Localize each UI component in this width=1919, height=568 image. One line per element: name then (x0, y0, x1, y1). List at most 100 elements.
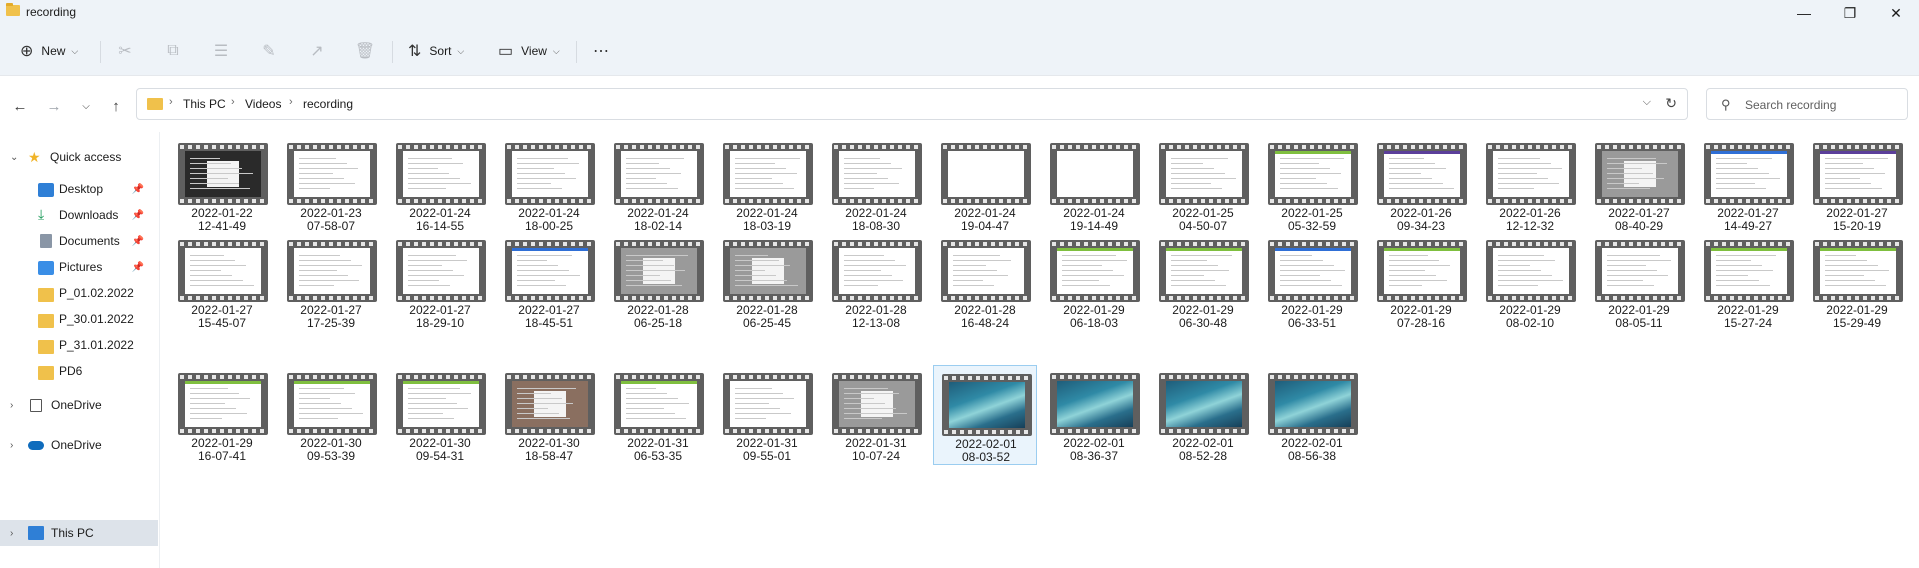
video-file-tile[interactable]: 2022-01-25 05-32-59 (1260, 135, 1364, 235)
video-file-tile[interactable]: 2022-02-01 08-56-38 (1260, 365, 1364, 465)
more-icon[interactable]: ⋯ (588, 38, 614, 64)
chevron-right-icon[interactable]: › (10, 400, 13, 411)
restore-button[interactable]: ❐ (1827, 0, 1873, 26)
text-line (190, 183, 239, 184)
back-button[interactable]: ← (8, 94, 32, 118)
text-line (408, 285, 450, 286)
cut-icon[interactable]: ✂ (112, 38, 138, 64)
new-button[interactable]: ⊕ New ⌵ (20, 38, 78, 64)
video-file-tile[interactable]: 2022-01-24 18-02-14 (606, 135, 710, 235)
video-file-tile[interactable]: 2022-01-26 12-12-32 (1478, 135, 1582, 235)
pin-icon[interactable]: 📌 (132, 210, 144, 221)
up-button[interactable]: ↑ (104, 94, 128, 118)
search-box[interactable]: ⚲ (1706, 88, 1908, 120)
video-file-tile[interactable]: 2022-01-28 12-13-08 (824, 232, 928, 332)
video-file-tile[interactable]: 2022-01-27 14-49-27 (1696, 135, 1800, 235)
sidebar-item-downloads[interactable]: ⤓ Downloads 📌 (0, 202, 158, 228)
sidebar-item-p-01-02-2022[interactable]: P_01.02.2022 (0, 280, 158, 306)
video-file-tile[interactable]: 2022-01-22 12-41-49 (170, 135, 274, 235)
recent-locations-button[interactable]: ⌵ (74, 94, 98, 118)
delete-icon[interactable]: 🗑 (352, 38, 378, 64)
video-file-tile[interactable]: 2022-01-29 07-28-16 (1369, 232, 1473, 332)
video-file-tile[interactable]: 2022-01-29 15-29-49 (1805, 232, 1909, 332)
video-file-tile[interactable]: 2022-01-27 08-40-29 (1587, 135, 1691, 235)
text-line (626, 418, 686, 419)
video-file-tile[interactable]: 2022-01-27 18-29-10 (388, 232, 492, 332)
pictures-icon (38, 261, 54, 275)
video-file-tile[interactable]: 2022-02-01 08-03-52 (933, 365, 1037, 465)
chevron-right-icon[interactable]: › (10, 440, 13, 451)
paste-icon[interactable]: ☰ (208, 38, 234, 64)
chevron-right-icon[interactable]: › (10, 528, 13, 539)
video-file-tile[interactable]: 2022-01-27 15-45-07 (170, 232, 274, 332)
video-file-tile[interactable]: 2022-01-24 16-14-55 (388, 135, 492, 235)
address-dropdown-icon[interactable]: ⌵ (1643, 96, 1651, 109)
video-file-tile[interactable]: 2022-01-28 16-48-24 (933, 232, 1037, 332)
copy-icon[interactable]: ⧉ (160, 38, 186, 64)
video-frame (512, 151, 588, 197)
video-file-tile[interactable]: 2022-01-27 17-25-39 (279, 232, 383, 332)
video-file-tile[interactable]: 2022-01-27 15-20-19 (1805, 135, 1909, 235)
video-file-tile[interactable]: 2022-01-27 18-45-51 (497, 232, 601, 332)
video-file-tile[interactable]: 2022-01-29 06-33-51 (1260, 232, 1364, 332)
file-name: 2022-01-24 19-14-49 (1042, 207, 1146, 233)
sort-button[interactable]: ⇅ Sort ⌵ (408, 38, 464, 64)
video-file-tile[interactable]: 2022-01-24 19-04-47 (933, 135, 1037, 235)
video-file-tile[interactable]: 2022-01-31 10-07-24 (824, 365, 928, 465)
sidebar-item-this-pc[interactable]: › This PC (0, 520, 158, 546)
video-file-tile[interactable]: 2022-01-29 06-30-48 (1151, 232, 1255, 332)
text-line (1498, 285, 1538, 286)
pin-icon[interactable]: 📌 (132, 262, 144, 273)
sidebar-item-pictures[interactable]: Pictures 📌 (0, 254, 158, 280)
breadcrumb-this-pc[interactable]: This PC (183, 97, 226, 111)
video-file-tile[interactable]: 2022-01-24 18-08-30 (824, 135, 928, 235)
video-file-tile[interactable]: 2022-01-26 09-34-23 (1369, 135, 1473, 235)
sidebar-item-p-30-01-2022[interactable]: P_30.01.2022 (0, 306, 158, 332)
forward-button[interactable]: → (42, 94, 66, 118)
sidebar-item-pd6[interactable]: PD6 (0, 358, 158, 384)
video-file-tile[interactable]: 2022-01-30 09-53-39 (279, 365, 383, 465)
video-file-tile[interactable]: 2022-01-29 15-27-24 (1696, 232, 1800, 332)
video-file-tile[interactable]: 2022-01-31 09-55-01 (715, 365, 819, 465)
video-file-tile[interactable]: 2022-02-01 08-36-37 (1042, 365, 1146, 465)
video-file-tile[interactable]: 2022-01-24 19-14-49 (1042, 135, 1146, 235)
rename-icon[interactable]: ✎ (256, 38, 282, 64)
video-file-tile[interactable]: 2022-01-29 08-05-11 (1587, 232, 1691, 332)
video-file-tile[interactable]: 2022-01-29 16-07-41 (170, 365, 274, 465)
text-line (299, 280, 359, 281)
video-file-tile[interactable]: 2022-01-29 08-02-10 (1478, 232, 1582, 332)
video-file-tile[interactable]: 2022-01-30 18-58-47 (497, 365, 601, 465)
pin-icon[interactable]: 📌 (132, 184, 144, 195)
video-file-tile[interactable]: 2022-01-31 06-53-35 (606, 365, 710, 465)
sidebar-item-onedrive[interactable]: › OneDrive (0, 432, 158, 458)
video-file-tile[interactable]: 2022-01-28 06-25-45 (715, 232, 819, 332)
video-frame (294, 151, 370, 197)
video-file-tile[interactable]: 2022-01-25 04-50-07 (1151, 135, 1255, 235)
video-file-tile[interactable]: 2022-01-29 06-18-03 (1042, 232, 1146, 332)
refresh-icon[interactable]: ↻ (1665, 95, 1677, 112)
close-button[interactable]: ✕ (1873, 0, 1919, 26)
video-file-tile[interactable]: 2022-01-24 18-00-25 (497, 135, 601, 235)
minimize-button[interactable]: — (1781, 0, 1827, 26)
sidebar-item-quick-access[interactable]: ⌄ ★ Quick access (0, 144, 158, 170)
text-line (1498, 173, 1537, 174)
video-thumbnail (505, 240, 595, 302)
pin-icon[interactable]: 📌 (132, 236, 144, 247)
text-line (844, 398, 874, 399)
address-bar[interactable]: › This PC › Videos › recording ⌵ ↻ (136, 88, 1688, 120)
breadcrumb-recording[interactable]: recording (303, 97, 353, 111)
view-button[interactable]: ▭ View ⌵ (498, 38, 560, 64)
video-file-tile[interactable]: 2022-01-30 09-54-31 (388, 365, 492, 465)
search-input[interactable] (1745, 95, 1903, 115)
video-file-tile[interactable]: 2022-01-28 06-25-18 (606, 232, 710, 332)
sidebar-item-p-31-01-2022[interactable]: P_31.01.2022 (0, 332, 158, 358)
sidebar-item-desktop[interactable]: Desktop 📌 (0, 176, 158, 202)
video-file-tile[interactable]: 2022-01-23 07-58-07 (279, 135, 383, 235)
share-icon[interactable]: ↗ (304, 38, 330, 64)
video-file-tile[interactable]: 2022-01-24 18-03-19 (715, 135, 819, 235)
video-file-tile[interactable]: 2022-02-01 08-52-28 (1151, 365, 1255, 465)
chevron-down-icon[interactable]: ⌄ (10, 152, 18, 163)
sidebar-item-documents[interactable]: Documents 📌 (0, 228, 158, 254)
sidebar-item-onedrive-personal[interactable]: › OneDrive (0, 392, 158, 418)
breadcrumb-videos[interactable]: Videos (245, 97, 281, 111)
